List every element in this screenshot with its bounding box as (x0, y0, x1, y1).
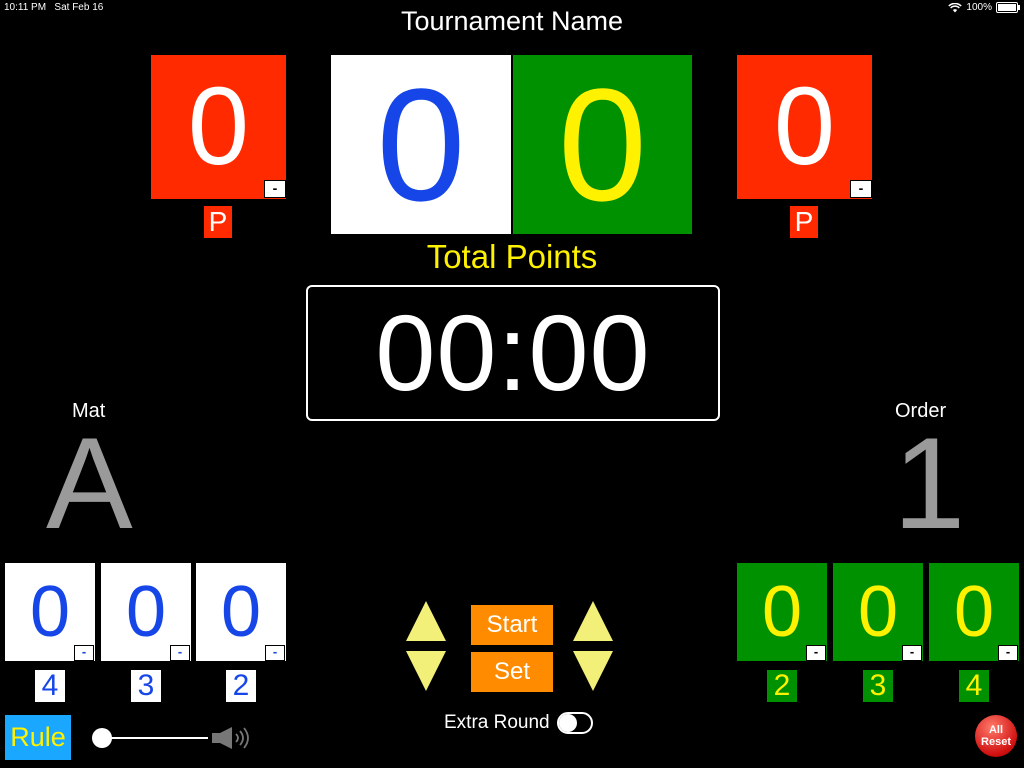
time-up-right-arrow-icon[interactable] (573, 601, 613, 641)
toggle-knob (559, 714, 577, 732)
white-point-value: 0 (29, 572, 71, 652)
extra-round-toggle[interactable] (557, 712, 593, 734)
timer-display[interactable]: 00:00 (306, 285, 720, 421)
timer-value: 00:00 (375, 292, 651, 413)
score-white: 0 (376, 54, 466, 234)
order-value[interactable]: 1 (893, 418, 965, 548)
white-point-minus-button[interactable]: - (74, 645, 94, 661)
white-point-label: 2 (226, 670, 256, 702)
white-point-value: 0 (125, 572, 167, 652)
set-button[interactable]: Set (471, 652, 553, 692)
green-point-value: 0 (857, 572, 899, 652)
score-green-box[interactable]: 0 (513, 55, 692, 234)
mat-value[interactable]: A (46, 418, 133, 548)
green-point-label: 4 (959, 670, 989, 702)
time-down-right-arrow-icon[interactable] (573, 651, 613, 691)
reset-line-1: All (988, 724, 1004, 736)
white-point-minus-button[interactable]: - (265, 645, 285, 661)
time-down-left-arrow-icon[interactable] (406, 651, 446, 691)
penalty-score-left: 0 (187, 65, 250, 188)
green-point-label: 3 (863, 670, 893, 702)
penalty-badge-left[interactable]: P (204, 206, 232, 238)
volume-slider-track[interactable] (103, 737, 208, 739)
penalty-box-right[interactable]: 0 (737, 55, 872, 199)
green-point-value: 0 (761, 572, 803, 652)
penalty-minus-right-button[interactable]: - (850, 180, 872, 198)
speaker-icon (212, 727, 249, 749)
penalty-minus-left-button[interactable]: - (264, 180, 286, 198)
score-white-box[interactable]: 0 (331, 55, 511, 234)
time-up-left-arrow-icon[interactable] (406, 601, 446, 641)
white-point-label: 4 (35, 670, 65, 702)
penalty-box-left[interactable]: 0 (151, 55, 286, 199)
green-point-minus-button[interactable]: - (902, 645, 922, 661)
score-green: 0 (558, 54, 647, 234)
penalty-score-right: 0 (773, 65, 836, 188)
green-point-label: 2 (767, 670, 797, 702)
white-point-value: 0 (220, 572, 262, 652)
white-point-minus-button[interactable]: - (170, 645, 190, 661)
green-point-minus-button[interactable]: - (806, 645, 826, 661)
penalty-badge-right[interactable]: P (790, 206, 818, 238)
total-points-label: Total Points (426, 238, 598, 275)
tournament-title[interactable]: Tournament Name (0, 6, 1024, 37)
rule-button[interactable]: Rule (5, 715, 71, 760)
white-point-label: 3 (131, 670, 161, 702)
green-point-value: 0 (953, 572, 995, 652)
reset-line-2: Reset (981, 736, 1011, 748)
extra-round-label: Extra Round (444, 712, 550, 733)
start-button[interactable]: Start (471, 605, 553, 645)
volume-slider-thumb[interactable] (92, 728, 112, 748)
all-reset-button[interactable]: All Reset (975, 715, 1017, 757)
green-point-minus-button[interactable]: - (998, 645, 1018, 661)
